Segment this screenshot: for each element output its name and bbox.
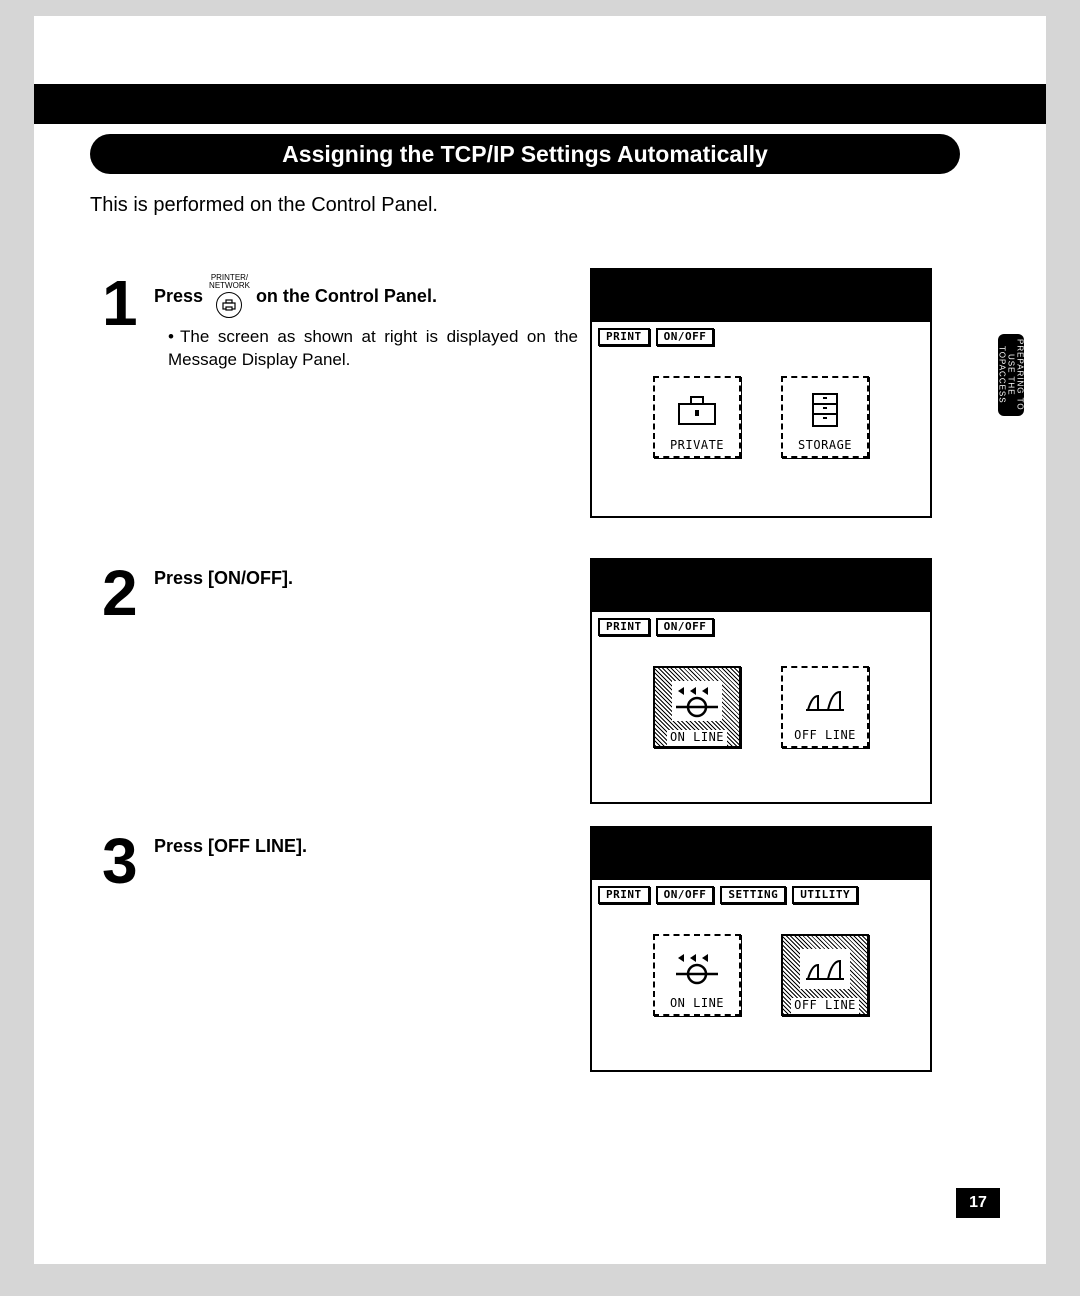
panel-1-tabs: PRINT ON/OFF [598,328,714,346]
panel-3-tabs: PRINT ON/OFF SETTING UTILITY [598,886,858,904]
step-1-body-text: The screen as shown at right is displaye… [168,327,578,369]
intro-text: This is performed on the Control Panel. [90,194,438,217]
printer-network-label: PRINTER/ NETWORK [209,274,250,290]
step-number-2: 2 [102,556,138,630]
offline-label: OFF LINE [791,998,859,1014]
offline-label: OFF LINE [794,728,856,746]
panel-2-icons: ON LINE OFF LINE [592,666,930,748]
page: Assigning the TCP/IP Settings Automatica… [34,16,1046,1264]
step-number-3: 3 [102,824,138,898]
side-tab-label: PREPARING TO USE THE TOPACCESS [998,334,1024,416]
header-band [34,84,1046,124]
step-1-title: Press PRINTER/ NETWORK on the Control Pa… [154,274,584,318]
panel-3-topbar [592,828,930,880]
step-3-title: Press [OFF LINE]. [154,836,307,857]
tab-print[interactable]: PRINT [598,328,650,346]
page-number: 17 [956,1188,1000,1218]
tab-onoff[interactable]: ON/OFF [656,328,715,346]
step-2-title: Press [ON/OFF]. [154,568,293,589]
display-panel-2: PRINT ON/OFF ON LINE [590,558,932,804]
step-1-body: •The screen as shown at right is display… [168,326,578,372]
tab-onoff[interactable]: ON/OFF [656,618,715,636]
tab-print[interactable]: PRINT [598,886,650,904]
tab-onoff[interactable]: ON/OFF [656,886,715,904]
online-button[interactable]: ON LINE [653,934,741,1016]
printer-network-button: PRINTER/ NETWORK [209,274,250,318]
online-label: ON LINE [667,730,727,746]
section-title-pill: Assigning the TCP/IP Settings Automatica… [90,134,960,174]
tab-utility[interactable]: UTILITY [792,886,858,904]
offline-icon [800,672,850,728]
tab-print[interactable]: PRINT [598,618,650,636]
tab-setting[interactable]: SETTING [720,886,786,904]
step-1-title-rest: on the Control Panel. [256,286,437,307]
private-button[interactable]: PRIVATE [653,376,741,458]
offline-button[interactable]: OFF LINE [781,666,869,748]
storage-icon [805,382,845,438]
private-label: PRIVATE [670,438,724,456]
panel-1-topbar [592,270,930,322]
panel-2-topbar [592,560,930,612]
step-number-1: 1 [102,266,138,340]
panel-2-tabs: PRINT ON/OFF [598,618,714,636]
online-button[interactable]: ON LINE [653,666,741,748]
panel-3-icons: ON LINE OFF LINE [592,934,930,1016]
storage-button[interactable]: STORAGE [781,376,869,458]
step-1-press-word: Press [154,286,203,307]
panel-1-icons: PRIVATE STORAGE [592,376,930,458]
storage-label: STORAGE [798,438,852,456]
online-icon [672,940,722,996]
online-label: ON LINE [670,996,724,1014]
offline-icon [800,940,850,998]
display-panel-1: PRINT ON/OFF PRIVATE [590,268,932,518]
printer-icon [216,292,242,318]
offline-button[interactable]: OFF LINE [781,934,869,1016]
display-panel-3: PRINT ON/OFF SETTING UTILITY ON LINE [590,826,932,1072]
briefcase-icon [675,382,719,438]
online-icon [672,672,722,730]
